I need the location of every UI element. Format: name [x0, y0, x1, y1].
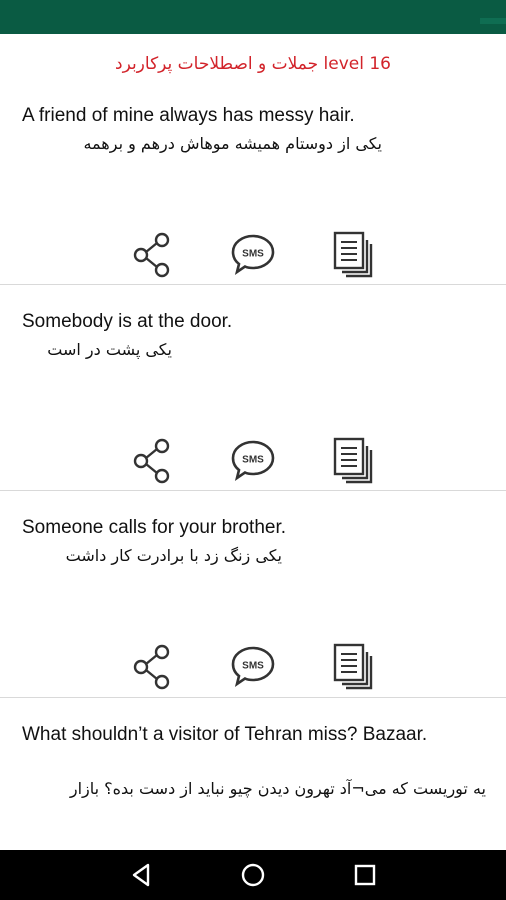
english-sentence: What shouldn’t a visitor of Tehran miss?…: [22, 724, 428, 745]
page-title: جملات و اصطلاحات پرکاربرد level 16: [115, 54, 391, 74]
recents-button[interactable]: [350, 860, 380, 890]
share-icon: [133, 644, 170, 690]
english-sentence: Someone calls for your brother.: [22, 517, 287, 538]
sms-icon: SMS: [231, 440, 275, 482]
english-sentence: A friend of mine always has messy hair.: [22, 105, 355, 126]
sms-button[interactable]: SMS: [225, 227, 281, 283]
status-indicator: [480, 18, 506, 24]
share-button[interactable]: [124, 433, 180, 489]
recents-icon: [354, 864, 376, 886]
persian-translation: یکی زنگ زد با برادرت کار داشت: [65, 546, 282, 565]
list-item: Somebody is at the door. یکی پشت در است …: [0, 298, 506, 491]
copy-button[interactable]: [326, 639, 382, 695]
back-icon: [132, 863, 150, 887]
share-button[interactable]: [124, 227, 180, 283]
navigation-bar: [0, 850, 506, 900]
list-item: What shouldn’t a visitor of Tehran miss?…: [0, 711, 506, 850]
card-actions: SMS: [0, 639, 506, 695]
sms-label: SMS: [242, 249, 264, 260]
sms-label: SMS: [242, 661, 264, 672]
persian-translation: یه توریست که می¬آد تهرون دیدن چیو نباید …: [69, 779, 486, 798]
copy-icon: [333, 231, 373, 278]
copy-icon: [333, 437, 373, 484]
sms-label: SMS: [242, 455, 264, 466]
back-button[interactable]: [126, 860, 156, 890]
persian-translation: یکی پشت در است: [47, 340, 172, 359]
home-icon: [241, 863, 265, 887]
share-icon: [133, 232, 170, 278]
list-item: Someone calls for your brother. یکی زنگ …: [0, 504, 506, 698]
copy-button[interactable]: [326, 227, 382, 283]
sms-icon: SMS: [231, 234, 275, 276]
share-button[interactable]: [124, 639, 180, 695]
status-bar: [0, 0, 506, 34]
share-icon: [133, 438, 170, 484]
sms-button[interactable]: SMS: [225, 433, 281, 489]
list-item: A friend of mine always has messy hair. …: [0, 90, 506, 285]
sms-button[interactable]: SMS: [225, 639, 281, 695]
copy-button[interactable]: [326, 433, 382, 489]
card-actions: SMS: [0, 433, 506, 489]
persian-translation: یکی از دوستام همیشه موهاش درهم و برهمه: [83, 134, 382, 153]
sms-icon: SMS: [231, 646, 275, 688]
english-sentence: Somebody is at the door.: [22, 311, 233, 332]
copy-icon: [333, 643, 373, 690]
home-button[interactable]: [238, 860, 268, 890]
card-actions: SMS: [0, 227, 506, 283]
